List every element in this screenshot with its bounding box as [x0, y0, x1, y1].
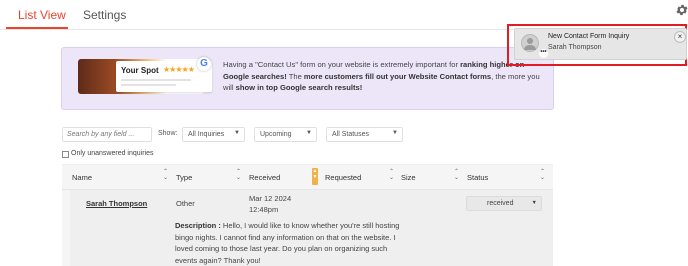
- inquiries-select[interactable]: All Inquiries ▼: [182, 127, 245, 142]
- google-ranking-banner: Your Spot ★★★★★ G Having a "Contact Us" …: [61, 47, 554, 110]
- column-header-received[interactable]: Received: [249, 173, 280, 182]
- inquiries-select-value: All Inquiries: [188, 131, 225, 138]
- tab-list-view[interactable]: List View: [18, 8, 66, 22]
- chevron-down-icon: ▼: [392, 130, 398, 136]
- gear-icon[interactable]: [675, 3, 688, 17]
- notification-toast[interactable]: ••• New Contact Form Inquiry Sarah Thomp…: [514, 28, 687, 60]
- sort-icon[interactable]: ⌃ ⌄: [163, 169, 168, 181]
- unanswered-checkbox[interactable]: [62, 151, 69, 158]
- search-input[interactable]: Search by any field ...: [62, 127, 152, 142]
- column-header-requested[interactable]: Requested: [325, 173, 361, 182]
- column-header-name[interactable]: Name: [72, 173, 92, 182]
- sort-icon[interactable]: ⌃ ⌄: [540, 169, 545, 181]
- inquiry-received-time: 12:48pm: [249, 205, 279, 214]
- sort-icon[interactable]: ⌃ ⌄: [454, 169, 459, 181]
- user-silhouette: [524, 38, 536, 50]
- banner-text-part: show in top Google search results!: [235, 83, 363, 92]
- sort-icon[interactable]: ⌃ ⌄: [236, 169, 241, 181]
- description-label: Description :: [175, 221, 221, 230]
- google-icon: G: [197, 57, 211, 71]
- banner-message: Having a "Contact Us" form on your websi…: [223, 59, 549, 94]
- card-placeholder-line: [121, 79, 191, 81]
- column-header-status[interactable]: Status: [467, 173, 488, 182]
- banner-text-part: more customers fill out your Website Con…: [303, 71, 492, 81]
- rating-stars: ★★★★★: [163, 65, 195, 74]
- close-icon[interactable]: ×: [674, 31, 686, 43]
- sort-active-icon[interactable]: ▲ ▼: [312, 168, 318, 185]
- timeframe-select-value: Upcoming: [260, 131, 292, 138]
- status-select-value: received: [487, 200, 514, 207]
- inquiry-name-link[interactable]: Sarah Thompson: [86, 199, 147, 208]
- inquiry-type: Other: [176, 199, 195, 208]
- tab-settings[interactable]: Settings: [83, 8, 126, 22]
- more-icon: •••: [539, 49, 548, 58]
- inquiry-received-date: Mar 12 2024: [249, 194, 292, 203]
- card-placeholder-line: [121, 84, 176, 86]
- chevron-down-icon: ▼: [531, 200, 537, 206]
- banner-text-part: Having a "Contact Us" form on your websi…: [223, 60, 461, 69]
- notification-subtitle: Sarah Thompson: [548, 44, 602, 51]
- chevron-down-icon: ▼: [234, 130, 240, 136]
- notification-title: New Contact Form Inquiry: [548, 33, 630, 40]
- sort-icon[interactable]: ⌃ ⌄: [389, 169, 394, 181]
- banner-text-part: The: [286, 71, 304, 81]
- inquiry-description: Description : Hello, I would like to kno…: [175, 220, 400, 266]
- status-filter-select[interactable]: All Statuses ▼: [326, 127, 403, 142]
- business-card-illustration: Your Spot ★★★★★: [78, 59, 212, 94]
- show-label: Show:: [158, 130, 178, 137]
- timeframe-select[interactable]: Upcoming ▼: [254, 127, 317, 142]
- user-icon: •••: [521, 34, 548, 58]
- unanswered-checkbox-label: Only unanswered inquiries: [71, 150, 154, 157]
- column-header-type[interactable]: Type: [176, 173, 192, 182]
- column-header-size[interactable]: Size: [401, 173, 416, 182]
- business-name: Your Spot: [121, 66, 159, 75]
- status-filter-value: All Statuses: [332, 131, 369, 138]
- chevron-down-icon: ▼: [306, 130, 312, 136]
- status-select[interactable]: received ▼: [466, 196, 542, 211]
